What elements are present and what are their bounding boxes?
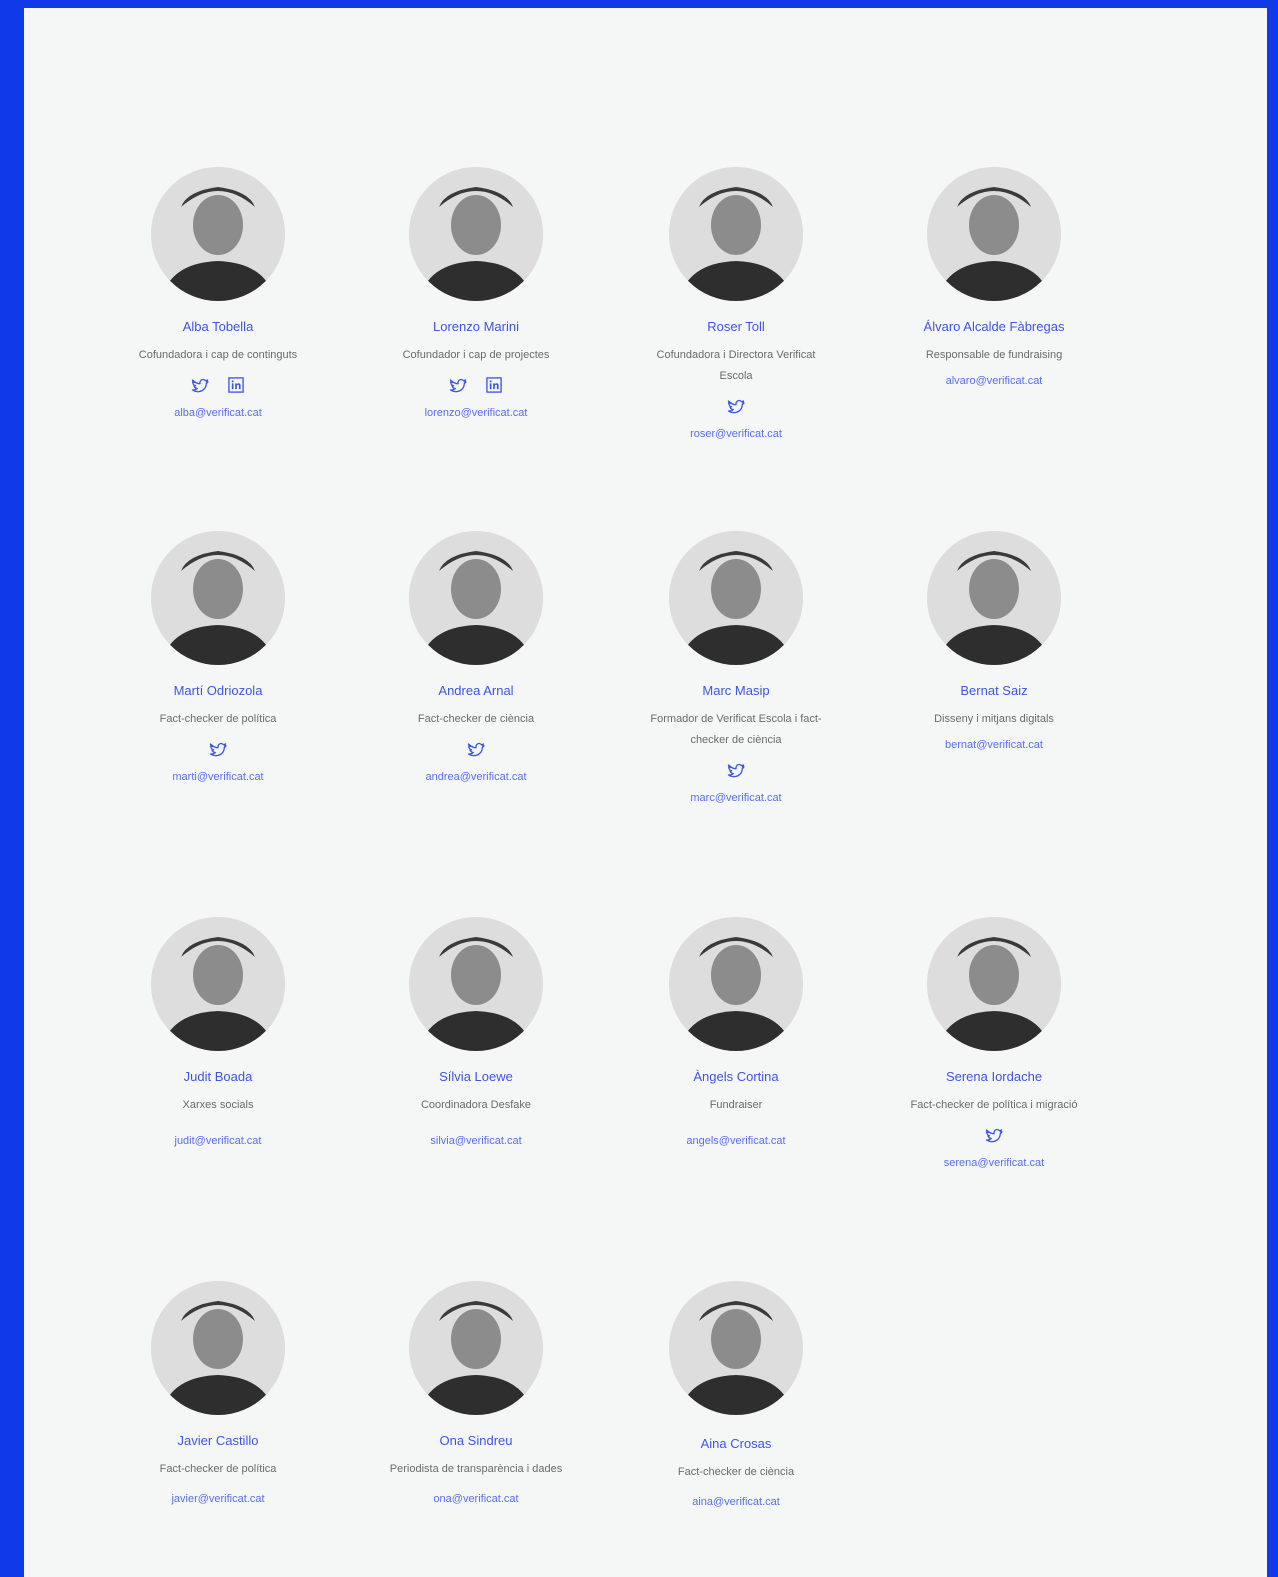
member-photo — [151, 917, 285, 1051]
member-email-link[interactable]: serena@verificat.cat — [899, 1156, 1089, 1170]
member-role: Fact-checker de política — [159, 1463, 277, 1475]
member-photo — [669, 531, 803, 665]
member-email-link[interactable]: angels@verificat.cat — [641, 1134, 831, 1148]
member-role: Fundraiser — [709, 1099, 763, 1111]
team-member-card: Sílvia Loewe Coordinadora Desfake silvia… — [381, 917, 571, 1148]
team-member-card: Martí Odriozola Fact-checker de política… — [123, 531, 313, 784]
member-name: Javier Castillo — [177, 1433, 259, 1448]
member-email-link[interactable]: judit@verificat.cat — [123, 1134, 313, 1148]
team-member-card: Álvaro Alcalde Fàbregas Responsable de f… — [899, 167, 1089, 388]
team-member-card: Serena Iordache Fact-checker de política… — [899, 917, 1089, 1170]
member-email-link[interactable]: andrea@verificat.cat — [381, 770, 571, 784]
team-member-card: Javier Castillo Fact-checker de política… — [123, 1281, 313, 1506]
team-member-card: Aina Crosas Fact-checker de ciència aina… — [641, 1281, 831, 1509]
member-email-link[interactable]: lorenzo@verificat.cat — [381, 406, 571, 420]
linkedin-icon[interactable] — [226, 375, 246, 400]
member-email-link[interactable]: ona@verificat.cat — [381, 1492, 571, 1506]
member-name: Àngels Cortina — [693, 1069, 779, 1084]
member-photo — [409, 917, 543, 1051]
member-photo — [151, 1281, 285, 1415]
member-socials — [381, 740, 571, 762]
team-member-card: Ona Sindreu Periodista de transparència … — [381, 1281, 571, 1506]
member-name: Martí Odriozola — [173, 683, 263, 698]
member-name: Alba Tobella — [182, 319, 254, 334]
twitter-icon[interactable] — [726, 760, 746, 785]
member-email-link[interactable]: alvaro@verificat.cat — [899, 374, 1089, 388]
team-member-card: Àngels Cortina Fundraiser angels@verific… — [641, 917, 831, 1148]
member-role: Cofundadora i cap de continguts — [138, 349, 298, 361]
team-member-card: Lorenzo Marini Cofundador i cap de proje… — [381, 167, 571, 420]
member-role: Fact-checker de ciència — [677, 1466, 795, 1478]
twitter-icon[interactable] — [466, 739, 486, 764]
member-role: Fact-checker de política i migració — [910, 1099, 1078, 1111]
member-email-link[interactable]: marc@verificat.cat — [641, 791, 831, 805]
member-email-link[interactable]: silvia@verificat.cat — [381, 1134, 571, 1148]
team-member-card: Marc Masip Formador de Verificat Escola … — [641, 531, 831, 805]
team-member-card: Alba Tobella Cofundadora i cap de contin… — [123, 167, 313, 420]
member-photo — [927, 917, 1061, 1051]
member-name: Marc Masip — [702, 683, 770, 698]
member-name: Judit Boada — [183, 1069, 253, 1084]
member-photo — [927, 531, 1061, 665]
member-role: Responsable de fundraising — [925, 349, 1063, 361]
member-photo — [927, 167, 1061, 301]
member-socials — [123, 376, 313, 398]
member-email-link[interactable]: aina@verificat.cat — [641, 1495, 831, 1509]
member-name: Ona Sindreu — [439, 1433, 513, 1448]
team-member-card: Andrea Arnal Fact-checker de ciència and… — [381, 531, 571, 784]
member-email-link[interactable]: marti@verificat.cat — [123, 770, 313, 784]
twitter-icon[interactable] — [190, 375, 210, 400]
team-member-card: Judit Boada Xarxes socials judit@verific… — [123, 917, 313, 1148]
member-photo — [409, 531, 543, 665]
member-socials — [381, 376, 571, 398]
team-member-card: Bernat Saiz Disseny i mitjans digitals b… — [899, 531, 1089, 752]
member-role: Cofundadora i Directora Verificat Escola — [656, 349, 816, 382]
member-photo — [151, 531, 285, 665]
member-role: Formador de Verificat Escola i fact-chec… — [650, 713, 822, 746]
member-name: Álvaro Alcalde Fàbregas — [923, 319, 1065, 334]
member-email-link[interactable]: roser@verificat.cat — [641, 427, 831, 441]
member-socials — [123, 740, 313, 762]
member-role: Xarxes socials — [182, 1099, 254, 1111]
member-email-link[interactable]: javier@verificat.cat — [123, 1492, 313, 1506]
member-photo — [409, 167, 543, 301]
team-panel: Alba Tobella Cofundadora i cap de contin… — [24, 8, 1267, 1577]
member-socials — [899, 1126, 1089, 1148]
member-photo — [151, 167, 285, 301]
member-name: Roser Toll — [707, 319, 765, 334]
member-role: Fact-checker de ciència — [417, 713, 535, 725]
member-name: Lorenzo Marini — [433, 319, 519, 334]
member-photo — [669, 917, 803, 1051]
linkedin-icon[interactable] — [484, 375, 504, 400]
member-role: Fact-checker de política — [159, 713, 277, 725]
member-role: Disseny i mitjans digitals — [934, 713, 1054, 725]
member-name: Bernat Saiz — [960, 683, 1028, 698]
member-name: Aina Crosas — [700, 1436, 772, 1451]
member-photo — [409, 1281, 543, 1415]
twitter-icon[interactable] — [984, 1125, 1004, 1150]
member-name: Serena Iordache — [945, 1069, 1043, 1084]
member-socials — [641, 761, 831, 783]
team-member-card: Roser Toll Cofundadora i Directora Verif… — [641, 167, 831, 441]
twitter-icon[interactable] — [448, 375, 468, 400]
member-role: Cofundador i cap de projectes — [402, 349, 550, 361]
member-photo — [669, 1281, 803, 1415]
member-email-link[interactable]: alba@verificat.cat — [123, 406, 313, 420]
member-name: Andrea Arnal — [438, 683, 514, 698]
member-email-link[interactable]: bernat@verificat.cat — [899, 738, 1089, 752]
twitter-icon[interactable] — [726, 396, 746, 421]
member-socials — [641, 397, 831, 419]
twitter-icon[interactable] — [208, 739, 228, 764]
member-name: Sílvia Loewe — [439, 1069, 513, 1084]
member-role: Coordinadora Desfake — [420, 1099, 532, 1111]
member-role: Periodista de transparència i dades — [389, 1463, 563, 1475]
member-photo — [669, 167, 803, 301]
